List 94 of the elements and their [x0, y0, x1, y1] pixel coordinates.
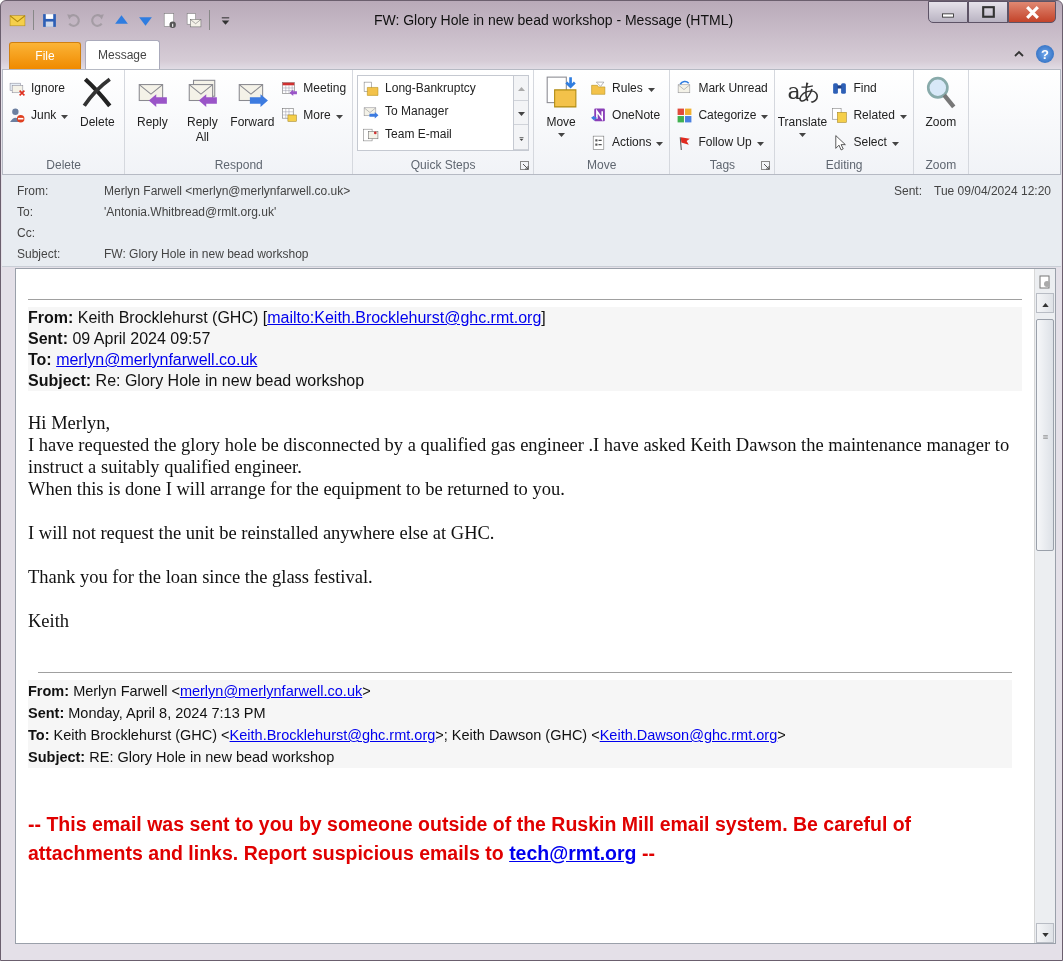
scroll-down-button[interactable]: [514, 100, 529, 126]
caret-icon: [891, 141, 899, 146]
caret-icon: [756, 141, 764, 146]
email-link[interactable]: tech@rmt.org: [509, 842, 637, 864]
ribbon-button[interactable]: Select: [829, 132, 909, 152]
group-label: Editing: [825, 158, 863, 172]
group-label: Delete: [46, 158, 81, 172]
calendar-icon: [281, 79, 299, 97]
minimize-button[interactable]: [928, 1, 968, 23]
ribbon-button[interactable]: Follow Up: [674, 132, 771, 152]
ribbon-button[interactable]: Junk: [7, 105, 71, 125]
caret-icon: [647, 87, 655, 92]
group-label: Zoom: [925, 158, 957, 172]
person-icon: [9, 106, 26, 124]
group-label: Quick Steps: [410, 158, 476, 172]
folder-icon: [590, 79, 608, 97]
ribbon-button[interactable]: Rules: [588, 78, 666, 98]
save-icon[interactable]: [41, 11, 58, 29]
pages-icon: [831, 106, 849, 124]
ribbon-tab[interactable]: Message: [85, 40, 160, 69]
ribbon-button[interactable]: OneNote: [588, 105, 666, 125]
caret-icon: [517, 87, 525, 92]
field-label: Sent:: [893, 184, 922, 198]
ribbon-button[interactable]: Related: [829, 105, 909, 125]
ribbon-button[interactable]: Move: [538, 73, 585, 156]
caret-icon: [517, 136, 525, 141]
scroll-thumb[interactable]: [1036, 319, 1054, 551]
ribbon-button[interactable]: More: [279, 105, 349, 125]
maximize-button[interactable]: [968, 1, 1008, 23]
warning-text: -- This email was sent to you by someone outside of the Ruskin Mill email system. Be careful of attachments and links. Report suspicious emails to tech@rmt.org --: [28, 812, 913, 866]
close-icon: [1023, 3, 1041, 21]
caret-icon: [61, 114, 69, 119]
field-value: FW: Glory Hole in new bead workshop: [104, 247, 309, 261]
caret-icon: [798, 133, 806, 137]
minimize-icon: [942, 12, 954, 18]
ribbon-button[interactable]: Zoom: [917, 73, 964, 156]
caret-icon: [761, 114, 769, 119]
group-label: Tags: [709, 158, 736, 172]
field-value: 'Antonia.Whitbread@rmlt.org.uk': [104, 205, 277, 219]
close-button[interactable]: [1008, 1, 1056, 23]
caret-icon: [517, 112, 525, 116]
translate-icon: aあ: [787, 75, 818, 109]
caret-icon: [557, 133, 565, 137]
field-label: To:: [17, 205, 34, 219]
calendar-icon: [281, 106, 299, 124]
page-icon[interactable]: [161, 11, 178, 29]
ribbon-button[interactable]: aあ Translate: [779, 73, 826, 156]
quick-step-item[interactable]: Team E-mail: [362, 124, 514, 144]
envelope-page-icon[interactable]: [185, 11, 202, 29]
field-label: Subject:: [17, 247, 62, 261]
ribbon-button[interactable]: Find: [829, 78, 909, 98]
ribbon-button[interactable]: Meeting: [279, 78, 349, 98]
email-link[interactable]: merlyn@merlynfarwell.co.uk: [56, 351, 258, 368]
launcher-icon[interactable]: [520, 161, 530, 170]
group-label: Respond: [214, 158, 263, 172]
folder-icon: [544, 75, 579, 109]
notebook-icon: [590, 106, 608, 124]
ribbon-button[interactable]: Reply All: [179, 73, 226, 156]
group-label: Move: [587, 158, 617, 172]
launcher-icon[interactable]: [761, 161, 771, 170]
ribbon-button[interactable]: Categorize: [674, 105, 771, 125]
grip-icon: [1041, 434, 1049, 439]
field-value: Merlyn Farwell <merlyn@merlynfarwell.co.uk>: [104, 184, 351, 198]
email-link[interactable]: Keith.Dawson@ghc.rmt.org: [599, 727, 778, 743]
color-squares-icon: [676, 106, 694, 124]
email-link[interactable]: Keith.Brocklehurst@ghc.rmt.org: [229, 727, 436, 743]
quick-step-item[interactable]: Long-Bankruptcy: [362, 78, 514, 98]
ribbon-button[interactable]: Mark Unread: [674, 78, 771, 98]
ribbon-button[interactable]: Forward: [229, 73, 276, 156]
ribbon-button[interactable]: Delete: [74, 73, 121, 156]
field-label: From:: [17, 184, 50, 198]
paragraph: Keith: [28, 610, 71, 632]
folder-icon: [362, 79, 380, 97]
scroll-down-button[interactable]: [1036, 923, 1054, 943]
email-link[interactable]: mailto:Keith.Brocklehurst@ghc.rmt.org: [267, 309, 542, 326]
paragraph: Hi Merlyn, I have requested the glory hole be disconnected by a qualified gas engineer .I have asked Keith Dawson the maintenance manager to instruct a suitably qualified engineer. When this is done I will arrange for the equipment to be returned to you.: [28, 412, 1011, 500]
page-icon: [1038, 275, 1052, 289]
caret-icon: [1041, 302, 1049, 307]
window-title: FW: Glory Hole in new bead workshop - Message (HTML): [372, 12, 735, 28]
caret-icon: [1041, 932, 1049, 937]
ribbon-button[interactable]: Reply: [129, 73, 176, 156]
paragraph: Thank you for the loan since the glass festival.: [28, 566, 374, 588]
ribbon-button[interactable]: Actions: [588, 132, 666, 152]
quick-step-item[interactable]: To Manager: [362, 101, 514, 121]
maximize-icon: [979, 3, 997, 21]
ribbon-button[interactable]: Ignore: [7, 78, 71, 98]
scroll-up-button[interactable]: [1036, 293, 1054, 313]
caret-icon: [335, 114, 343, 119]
field-value: Tue 09/04/2024 12:20: [934, 184, 1051, 198]
email-link[interactable]: merlyn@merlynfarwell.co.uk: [179, 683, 363, 699]
caret-icon: [656, 141, 664, 146]
caret-icon: [899, 114, 907, 119]
field-label: Cc:: [17, 226, 36, 240]
paragraph: I will not request the unit be reinstalled anywhere else at GHC.: [28, 522, 496, 544]
